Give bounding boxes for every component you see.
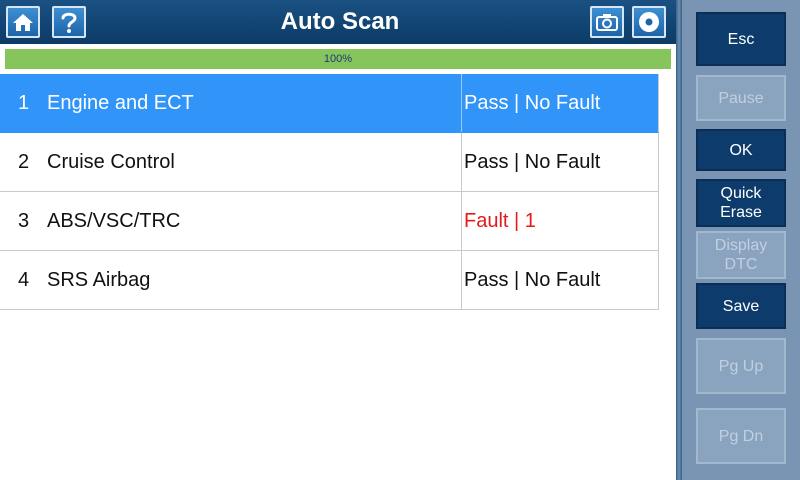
system-name: ABS/VSC/TRC: [47, 210, 181, 232]
ok-button[interactable]: OK: [696, 129, 786, 171]
disc-icon: [639, 12, 659, 32]
row-number: 2: [18, 151, 30, 173]
esc-button[interactable]: Esc: [696, 12, 786, 66]
row-number: 4: [18, 269, 30, 291]
system-status: Pass | No Fault: [464, 151, 601, 173]
column-divider: [461, 74, 462, 132]
quick-erase-button[interactable]: Quick Erase: [696, 179, 786, 227]
save-button[interactable]: Save: [696, 283, 786, 329]
system-name: SRS Airbag: [47, 269, 151, 291]
display-dtc-button[interactable]: Display DTC: [696, 231, 786, 279]
column-divider: [461, 192, 462, 250]
column-divider: [461, 133, 462, 191]
result-row[interactable]: 4 SRS Airbag Pass | No Fault: [0, 251, 659, 310]
pause-button[interactable]: Pause: [696, 75, 786, 121]
disc-button[interactable]: [632, 6, 666, 38]
system-status: Fault | 1: [464, 210, 536, 232]
page-down-button[interactable]: Pg Dn: [696, 408, 786, 464]
scan-results-list: 1 Engine and ECT Pass | No Fault 2 Cruis…: [0, 74, 659, 310]
page-up-button[interactable]: Pg Up: [696, 338, 786, 394]
scan-progress-bar: 100%: [5, 49, 671, 69]
progress-label: 100%: [323, 53, 353, 65]
screenshot-button[interactable]: [590, 6, 624, 38]
system-status: Pass | No Fault: [464, 92, 601, 114]
column-divider: [461, 251, 462, 309]
result-row[interactable]: 2 Cruise Control Pass | No Fault: [0, 133, 659, 192]
result-row[interactable]: 1 Engine and ECT Pass | No Fault: [0, 74, 659, 133]
row-number: 1: [18, 92, 30, 114]
system-status: Pass | No Fault: [464, 269, 601, 291]
camera-icon: [596, 14, 618, 31]
system-name: Cruise Control: [47, 151, 175, 173]
side-button-panel: Esc Pause OK Quick Erase Display DTC Sav…: [682, 0, 800, 480]
page-title: Auto Scan: [280, 8, 400, 35]
system-name: Engine and ECT: [47, 92, 194, 114]
row-number: 3: [18, 210, 30, 232]
title-bar: Auto Scan: [0, 0, 680, 44]
result-row[interactable]: 3 ABS/VSC/TRC Fault | 1: [0, 192, 659, 251]
